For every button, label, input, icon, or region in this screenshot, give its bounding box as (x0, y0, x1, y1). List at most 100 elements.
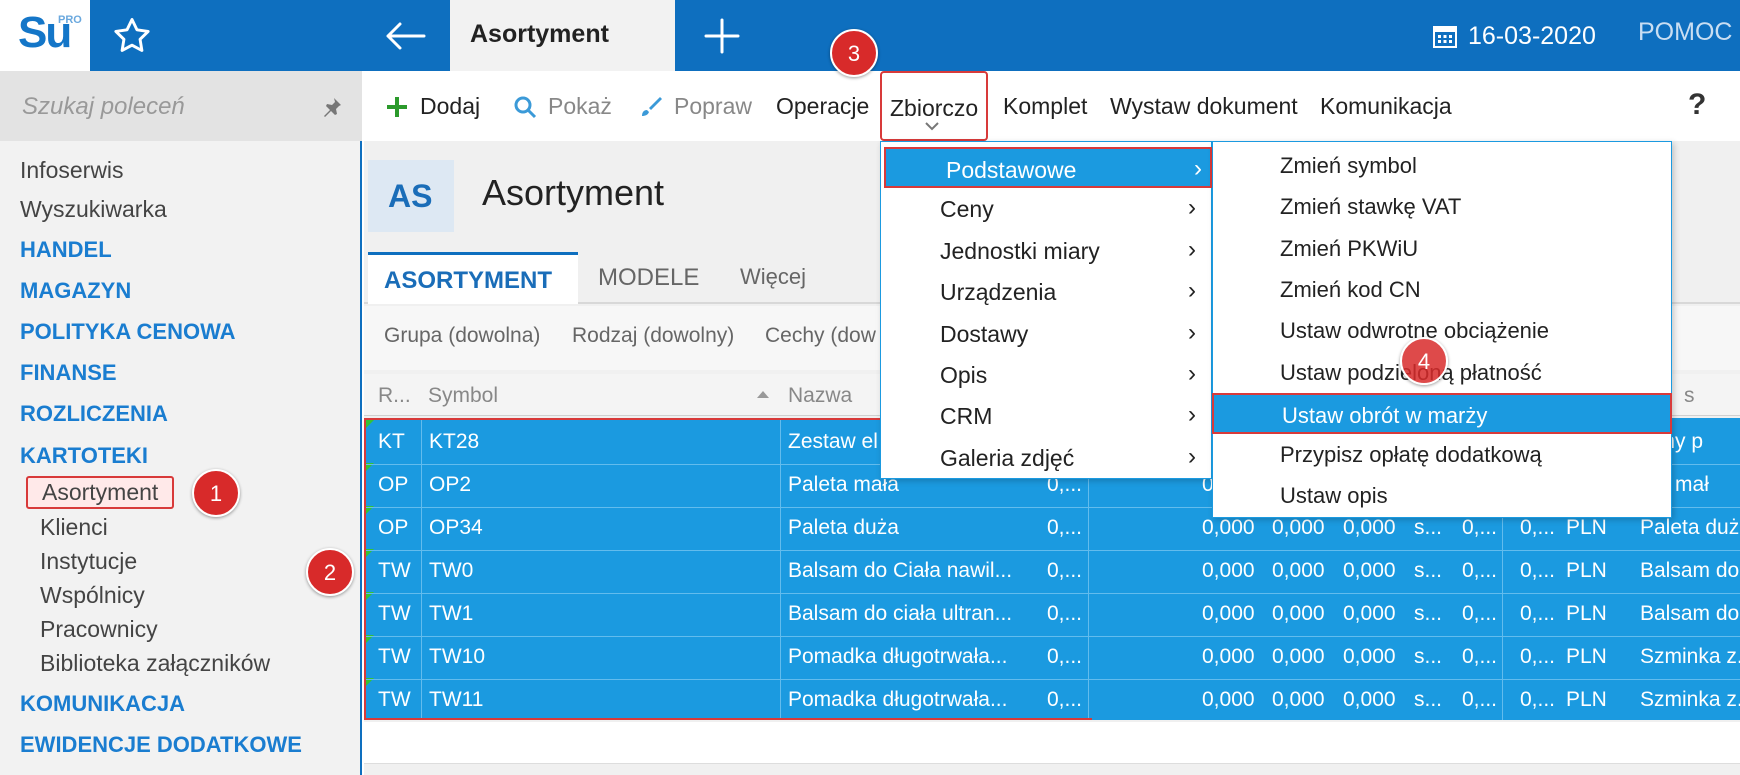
submenu-item[interactable]: Ustaw obrót w marży (1212, 392, 1672, 434)
chevron-down-icon (925, 122, 939, 131)
sidebar-item-instytucje[interactable]: Instytucje (40, 548, 137, 575)
menu-item-dostawy[interactable]: Dostawy › (880, 313, 1212, 354)
chevron-right-icon: › (1188, 360, 1196, 387)
issue-document-menu[interactable]: Wystaw dokument (1110, 93, 1298, 120)
cell-c2: 0,000 (1202, 559, 1255, 582)
sidebar-section-ewidencje-dodatkowe[interactable]: EWIDENCJE DODATKOWE (20, 732, 302, 758)
column-header-r[interactable]: R... (378, 384, 411, 408)
tab-asortyment[interactable]: Asortyment (450, 0, 675, 71)
menu-item-label: Galeria zdjęć (940, 444, 1075, 471)
back-arrow-icon[interactable] (380, 14, 430, 58)
cell-c2: 0,000 (1202, 516, 1255, 539)
sidebar-section-handel[interactable]: HANDEL (20, 237, 112, 263)
sidebar-section-kartoteki[interactable]: KARTOTEKI (20, 443, 148, 469)
cell-c6: 0,... (1462, 688, 1498, 711)
calendar-icon (1433, 26, 1457, 48)
menu-item-crm[interactable]: CRM › (880, 395, 1212, 436)
set-menu[interactable]: Komplet (1003, 93, 1087, 120)
chevron-right-icon: › (1188, 194, 1196, 222)
cell-c4: 0,000 (1343, 645, 1396, 668)
sidebar-item-biblioteka-zalacznikow[interactable]: Biblioteka załączników (40, 650, 270, 677)
callout-4: 4 (1400, 337, 1448, 385)
help-question-icon[interactable]: ? (1688, 88, 1706, 122)
sidebar-item-wspolnicy[interactable]: Wspólnicy (40, 582, 145, 609)
sidebar-section-magazyn[interactable]: MAGAZYN (20, 278, 131, 304)
pin-icon[interactable] (320, 95, 344, 119)
tab-wiecej[interactable]: Więcej (740, 264, 806, 290)
submenu-item[interactable]: Ustaw opis (1212, 475, 1672, 516)
tab-asortyment-list[interactable]: ASORTYMENT (368, 252, 578, 304)
cell-c3: 0,000 (1272, 602, 1325, 625)
app-logo[interactable]: Su PRO (0, 0, 90, 71)
cell-c8: PLN (1566, 516, 1607, 539)
menu-item-jednostki-miary[interactable]: Jednostki miary › (880, 230, 1212, 271)
cell-c7: 0,... (1520, 559, 1556, 582)
communication-menu[interactable]: Komunikacja (1320, 93, 1452, 120)
column-header-nazwa[interactable]: Nazwa (788, 384, 852, 408)
sidebar-section-polityka-cenowa[interactable]: POLITYKA CENOWA (20, 319, 236, 345)
cell-c5: s... (1414, 645, 1443, 668)
submenu-item[interactable]: Zmień PKWiU (1212, 228, 1672, 269)
column-header-symbol[interactable]: Symbol (428, 384, 498, 408)
command-search-input[interactable]: Szukaj poleceń (0, 71, 362, 141)
favorites-star-icon[interactable] (110, 14, 154, 58)
operations-menu[interactable]: Operacje (776, 93, 869, 120)
cell-c4: 0,000 (1343, 559, 1396, 582)
menu-item-label: Podstawowe (946, 157, 1077, 183)
submenu-item[interactable]: Zmień stawkę VAT (1212, 186, 1672, 227)
cell-c7: 0,... (1520, 645, 1556, 668)
cell-c8: PLN (1566, 688, 1607, 711)
filter-features[interactable]: Cechy (dow (765, 324, 876, 348)
chevron-right-icon: › (1188, 277, 1196, 305)
bulk-menu-button[interactable]: Zbiorczo (880, 71, 988, 141)
help-link[interactable]: POMOC (1638, 18, 1732, 47)
sidebar-item-klienci[interactable]: Klienci (40, 514, 108, 541)
cell-c6: 0,... (1462, 516, 1498, 539)
column-header-s[interactable]: s (1684, 384, 1695, 408)
empty-table-row (364, 722, 1740, 764)
menu-item-galeria-zdjęć[interactable]: Galeria zdjęć › (880, 437, 1212, 478)
callout-3: 3 (830, 29, 878, 77)
tab-modele[interactable]: MODELE (598, 264, 699, 292)
chevron-right-icon: › (1188, 401, 1196, 429)
new-tab-plus-icon[interactable] (700, 14, 744, 58)
cell-c3: 0,000 (1272, 645, 1325, 668)
sidebar-section-finanse[interactable]: FINANSE (20, 360, 117, 386)
cell-c5: s... (1414, 602, 1443, 625)
sidebar-item-pracownicy[interactable]: Pracownicy (40, 616, 158, 643)
sidebar-item-infoserwis[interactable]: Infoserwis (20, 157, 124, 184)
menu-item-label: Urządzenia (940, 279, 1057, 306)
menu-item-label: CRM (940, 403, 993, 430)
cell-c9: Szminka z. (1640, 645, 1740, 668)
sidebar-item-wyszukiwarka[interactable]: Wyszukiwarka (20, 196, 167, 223)
show-button[interactable]: Pokaż (512, 93, 612, 120)
menu-item-opis[interactable]: Opis › (880, 354, 1212, 395)
chevron-right-icon: › (1194, 155, 1202, 182)
cell-c5: s... (1414, 559, 1443, 582)
edit-button[interactable]: Popraw (638, 93, 752, 120)
cell-c9: Balsam do (1640, 559, 1740, 582)
submenu-item[interactable]: Zmień symbol (1212, 145, 1672, 186)
menu-item-label: Ceny (940, 196, 994, 223)
cell-c6: 0,... (1462, 645, 1498, 668)
cell-c9: Paleta duż (1640, 516, 1740, 539)
add-button[interactable]: Dodaj (384, 93, 480, 120)
command-search-placeholder: Szukaj poleceń (22, 93, 185, 120)
sidebar-section-komunikacja[interactable]: KOMUNIKACJA (20, 691, 185, 717)
submenu-item-label: Zmień symbol (1280, 153, 1417, 178)
submenu-item[interactable]: Zmień kod CN (1212, 269, 1672, 310)
date-picker[interactable]: 16-03-2020 (1432, 18, 1596, 54)
cell-c8: PLN (1566, 559, 1607, 582)
sidebar-item-asortyment[interactable]: Asortyment (26, 476, 175, 509)
cell-c2: 0,000 (1202, 645, 1255, 668)
menu-item-podstawowe[interactable]: Podstawowe › (884, 147, 1212, 188)
filter-group[interactable]: Grupa (dowolna) (384, 324, 540, 348)
submenu-item[interactable]: Przypisz opłatę dodatkową (1212, 434, 1672, 475)
sidebar-section-rozliczenia[interactable]: ROZLICZENIA (20, 401, 168, 427)
cell-c9: Szminka z. (1640, 688, 1740, 711)
menu-item-ceny[interactable]: Ceny › (880, 188, 1212, 229)
menu-item-urządzenia[interactable]: Urządzenia › (880, 271, 1212, 312)
cell-c3: 0,000 (1272, 688, 1325, 711)
plus-icon (387, 96, 407, 117)
filter-type[interactable]: Rodzaj (dowolny) (572, 324, 734, 348)
